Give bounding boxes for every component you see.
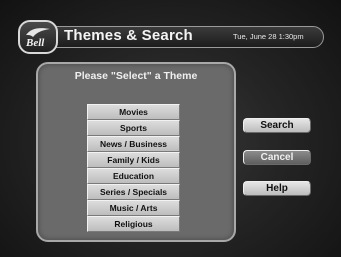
select-theme-prompt: Please "Select" a Theme [74,70,198,82]
theme-item-news-business[interactable]: News / Business [87,136,180,152]
theme-item-education[interactable]: Education [87,168,180,184]
theme-item-movies[interactable]: Movies [87,104,180,120]
theme-item-sports[interactable]: Sports [87,120,180,136]
theme-item-religious[interactable]: Religious [87,216,180,232]
search-button[interactable]: Search [243,118,311,133]
theme-item-series-specials[interactable]: Series / Specials [87,184,180,200]
theme-list: Movies Sports News / Business Family / K… [87,104,180,232]
bell-logo: Bell [18,20,58,54]
theme-panel: Please "Select" a Theme Movies Sports Ne… [36,62,236,242]
page-title: Themes & Search [64,27,193,44]
theme-item-music-arts[interactable]: Music / Arts [87,200,180,216]
date-time: Tue, June 28 1:30pm [233,32,304,41]
theme-item-family-kids[interactable]: Family / Kids [87,152,180,168]
help-button[interactable]: Help [243,181,311,196]
cancel-button[interactable]: Cancel [243,150,311,165]
logo-text: Bell [26,37,45,49]
